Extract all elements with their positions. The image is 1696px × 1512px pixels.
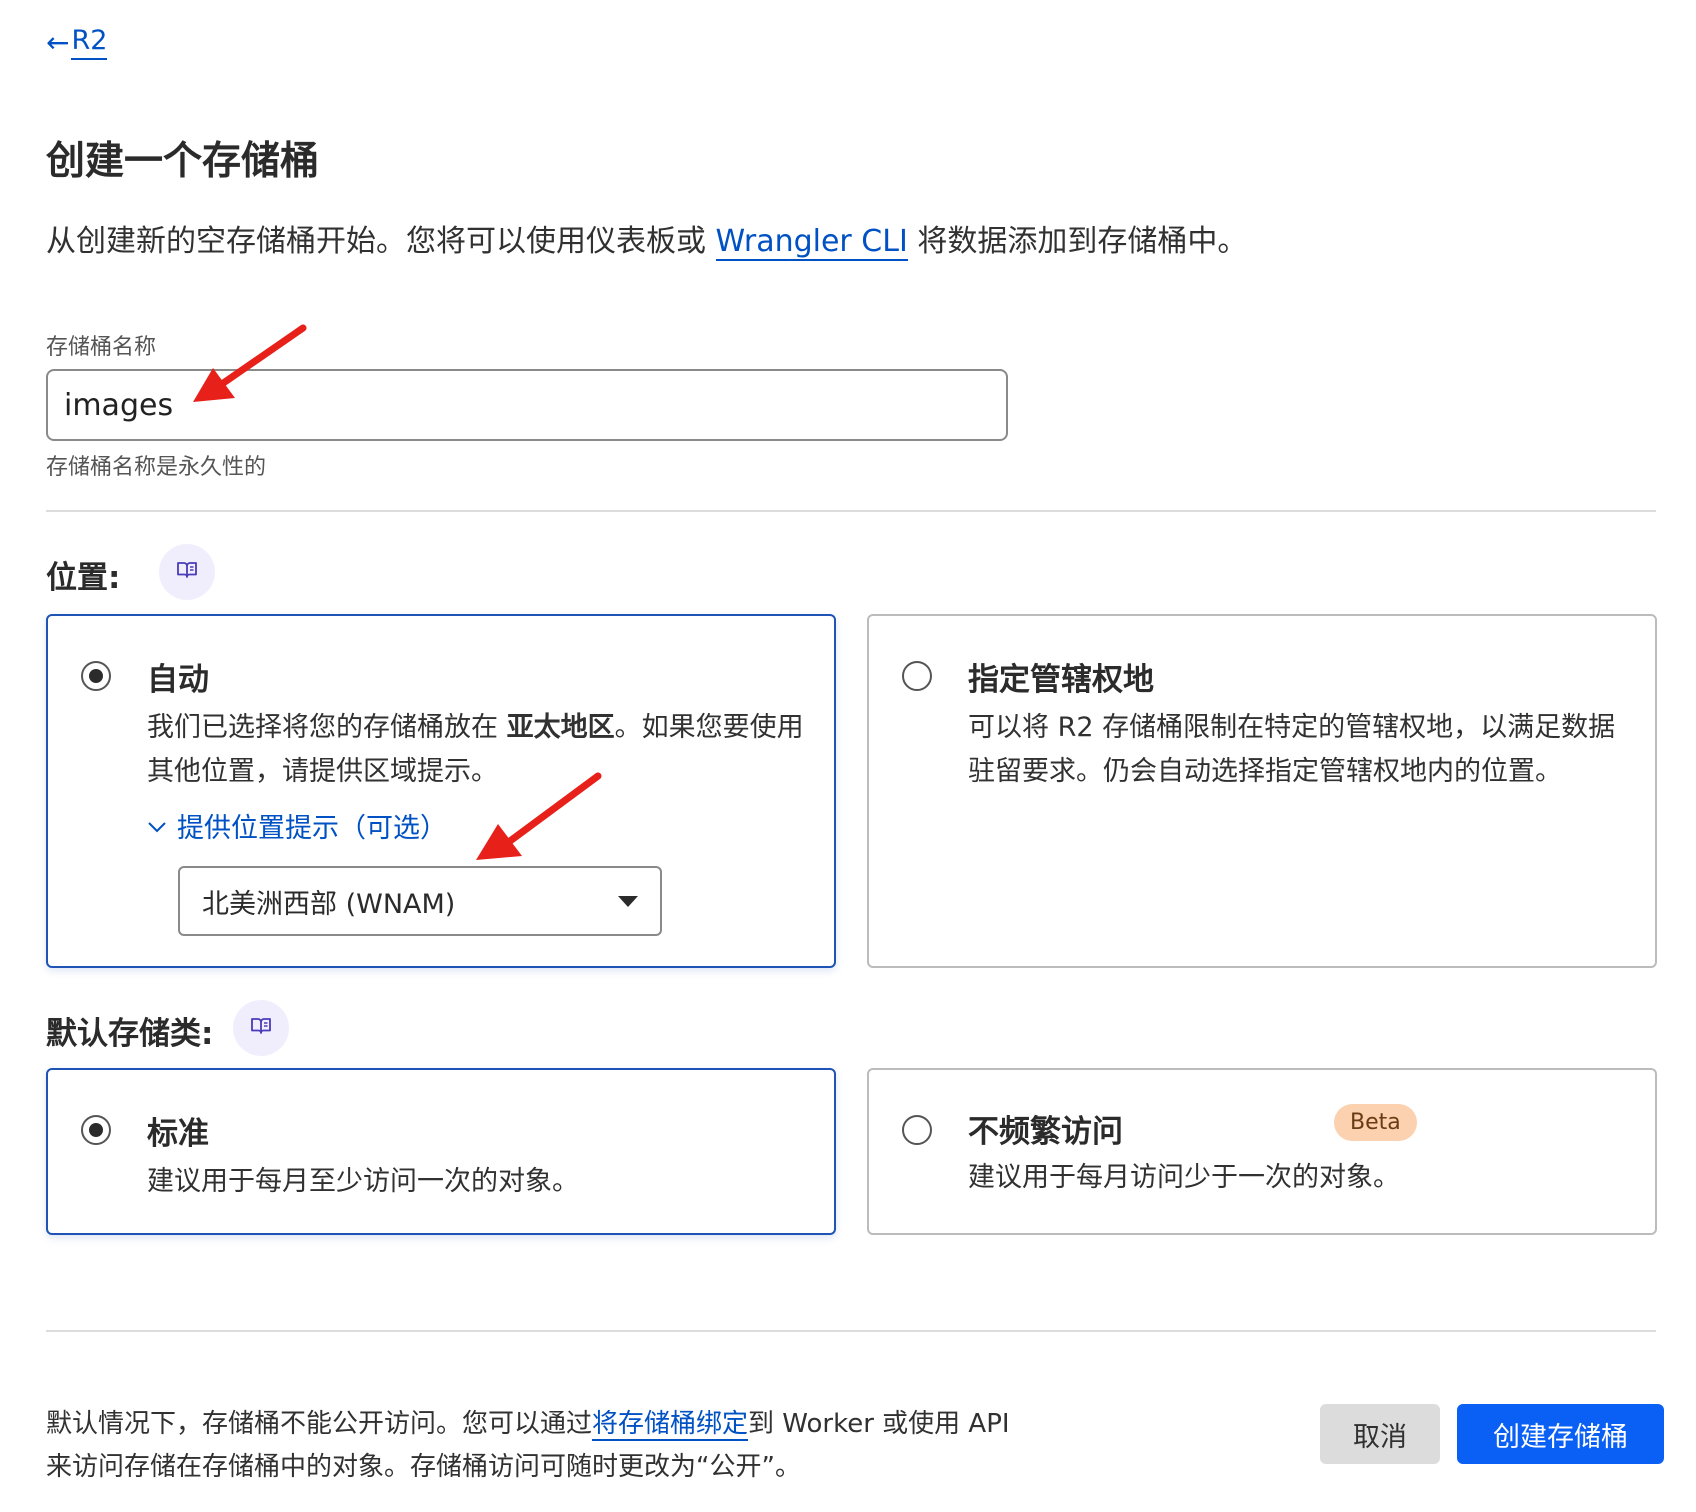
bind-bucket-link[interactable]: 将存储桶绑定 [592, 1409, 749, 1441]
storage-standard-desc: 建议用于每月至少访问一次的对象。 [147, 1166, 579, 1197]
bucket-name-help: 存储桶名称是永久性的 [46, 455, 267, 480]
wrangler-cli-link[interactable]: Wrangler CLI [715, 224, 908, 261]
back-link-label: R2 [71, 24, 108, 60]
storage-class-docs-button[interactable] [233, 1000, 289, 1056]
note-line-1: 默认情况下，存储桶不能公开访问。您可以通过将存储桶绑定到 Worker 或使用 … [46, 1403, 1010, 1446]
annotation-arrow-icon [476, 772, 602, 860]
page-title: 创建一个存储桶 [46, 139, 320, 184]
storage-infrequent-title: 不频繁访问 [968, 1114, 1123, 1150]
storage-standard-radio[interactable] [81, 1115, 111, 1145]
location-hint-toggle[interactable]: 提供位置提示（可选） [147, 806, 447, 845]
location-auto-title: 自动 [147, 662, 209, 698]
location-auto-radio[interactable] [81, 661, 111, 691]
intro-text-before: 从创建新的空存储桶开始。您将可以使用仪表板或 [46, 224, 716, 259]
storage-class-title: 默认存储类: [46, 1016, 214, 1052]
location-hint-label: 提供位置提示（可选） [177, 813, 447, 844]
location-title: 位置: [46, 560, 121, 596]
intro-text-after: 将数据添加到存储桶中。 [907, 224, 1248, 259]
location-jurisdiction-desc: 可以将 R2 存储桶限制在特定的管辖权地，以满足数据驻留要求。仍会自动选择指定管… [968, 712, 1616, 787]
caret-down-icon [618, 895, 638, 907]
location-docs-button[interactable] [159, 544, 215, 600]
note-text-before: 默认情况下，存储桶不能公开访问。您可以通过 [46, 1409, 593, 1439]
storage-standard-title: 标准 [147, 1116, 209, 1152]
create-bucket-button[interactable]: 创建存储桶 [1457, 1404, 1664, 1464]
note-line-2: 来访问存储在存储桶中的对象。存储桶访问可随时更改为“公开”。 [46, 1452, 801, 1482]
storage-standard-card[interactable]: 标准 建议用于每月至少访问一次的对象。 [46, 1068, 836, 1235]
location-auto-card[interactable]: 自动 我们已选择将您的存储桶放在 亚太地区。如果您要使用其他位置，请提供区域提示… [46, 614, 836, 968]
chevron-down-icon [147, 814, 167, 838]
divider [46, 1330, 1656, 1332]
bucket-name-label: 存储桶名称 [46, 335, 157, 360]
location-jurisdiction-title: 指定管辖权地 [968, 662, 1154, 698]
back-link-r2[interactable]: ← R2 [46, 24, 108, 60]
arrow-left-icon: ← [46, 25, 70, 59]
region-hint-select[interactable]: 北美洲西部 (WNAM) [178, 866, 662, 936]
cancel-button[interactable]: 取消 [1320, 1404, 1440, 1464]
annotation-arrow-icon [193, 324, 307, 402]
note-text-after: 到 Worker 或使用 API [748, 1409, 1010, 1439]
location-jurisdiction-card[interactable]: 指定管辖权地 可以将 R2 存储桶限制在特定的管辖权地，以满足数据驻留要求。仍会… [867, 614, 1657, 968]
location-jurisdiction-radio[interactable] [902, 661, 932, 691]
region-hint-value: 北美洲西部 (WNAM) [202, 888, 456, 920]
page-intro: 从创建新的空存储桶开始。您将可以使用仪表板或 Wrangler CLI 将数据添… [46, 216, 1248, 261]
divider [46, 510, 1656, 512]
public-access-note: 默认情况下，存储桶不能公开访问。您可以通过将存储桶绑定到 Worker 或使用 … [46, 1403, 1010, 1489]
location-auto-region: 亚太地区 [506, 712, 615, 743]
storage-infrequent-card[interactable]: 不频繁访问 Beta 建议用于每月访问少于一次的对象。 [867, 1068, 1657, 1235]
storage-infrequent-desc: 建议用于每月访问少于一次的对象。 [968, 1162, 1400, 1193]
book-icon [250, 1016, 272, 1040]
storage-infrequent-radio[interactable] [902, 1115, 932, 1145]
book-icon [176, 560, 198, 584]
beta-badge: Beta [1334, 1104, 1417, 1141]
location-auto-desc-before: 我们已选择将您的存储桶放在 [147, 712, 507, 743]
